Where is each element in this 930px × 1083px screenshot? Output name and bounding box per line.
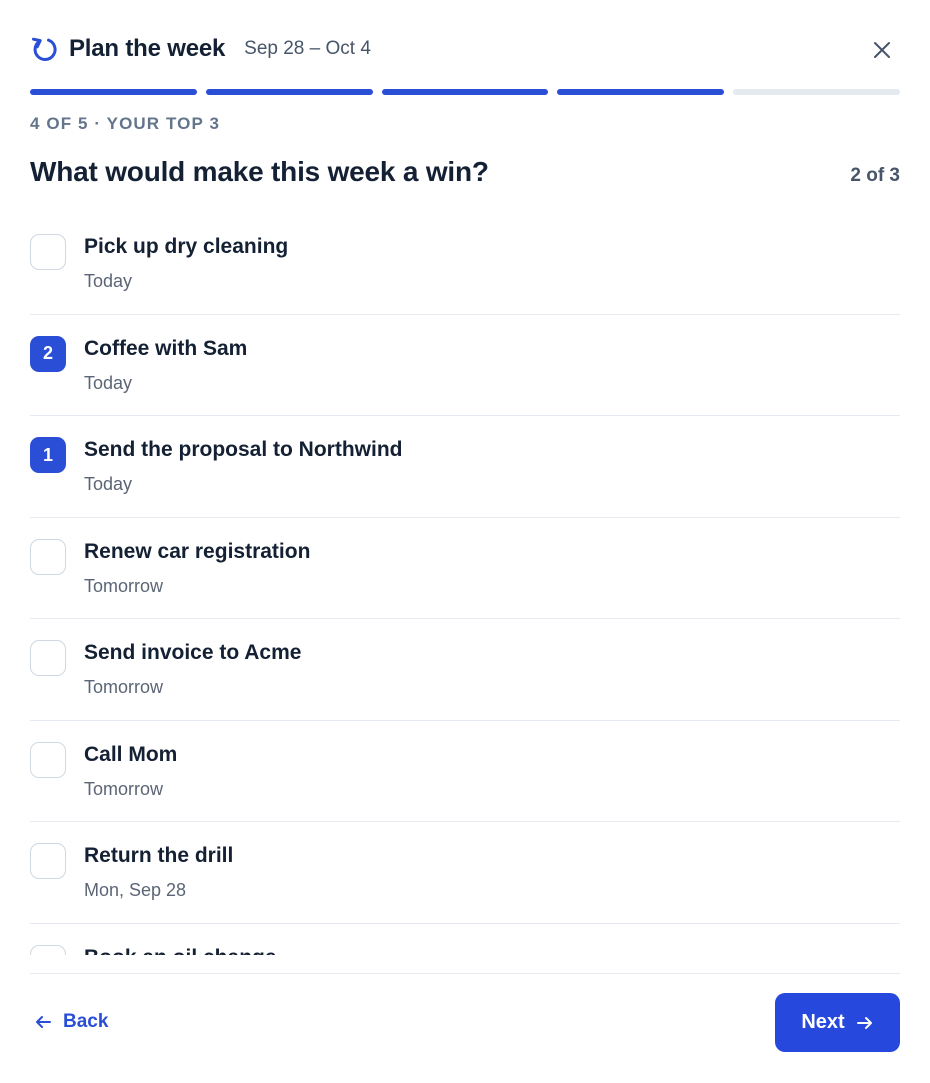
task-due: Tomorrow: [84, 778, 164, 799]
task-checkbox[interactable]: [30, 234, 66, 270]
question-heading: What would make this week a win?: [30, 156, 489, 187]
task-due: Mon, Sep 28: [84, 880, 187, 900]
close-button[interactable]: [866, 34, 898, 66]
arrow-left-icon: [36, 1016, 51, 1028]
task-title: Pick up dry cleaning: [84, 235, 289, 258]
task-list: Pick up dry cleaning Today 2 Coffee with Sa…: [30, 213, 900, 955]
task-due: Today: [84, 474, 133, 494]
task-due: Today: [84, 372, 133, 393]
task-due: Tomorrow: [84, 575, 164, 596]
pick-count: 2 of 3: [850, 165, 900, 186]
header: Plan the week Sep 28 – Oct 4: [30, 30, 900, 68]
task-title: Call Mom: [84, 742, 178, 766]
task-title: Send the proposal to Northwind: [84, 438, 403, 461]
task-row[interactable]: Renew car registration Tomorrow: [30, 518, 900, 619]
date-range: Sep 28 – Oct 4: [244, 38, 371, 59]
task-row[interactable]: Pick up dry cleaning Today: [30, 213, 900, 315]
task-title: Renew car registration: [84, 539, 311, 563]
close-icon: [874, 42, 890, 58]
task-due: Tomorrow: [84, 677, 164, 697]
task-title: Book an oil change: [84, 946, 277, 956]
back-label: Back: [63, 1011, 109, 1032]
task-due: Today: [84, 271, 133, 291]
task-row[interactable]: 1 Send the proposal to Northwind Today: [30, 416, 900, 518]
task-row[interactable]: Call Mom Tomorrow: [30, 721, 900, 822]
step-label: 4 OF 5 · YOUR TOP 3: [30, 114, 221, 133]
progress-segment: [30, 89, 197, 95]
task-checkbox[interactable]: 2: [30, 335, 66, 372]
footer-divider: [30, 973, 900, 974]
task-checkbox[interactable]: [30, 741, 66, 778]
task-checkbox[interactable]: 1: [30, 437, 66, 473]
progress-segment: [205, 89, 373, 95]
task-row[interactable]: Book an oil change: [30, 924, 900, 956]
task-title: Return the drill: [84, 844, 234, 867]
back-button[interactable]: Back: [30, 1002, 108, 1042]
task-title: Send invoice to Acme: [84, 641, 302, 664]
task-title: Coffee with Sam: [84, 336, 248, 360]
task-checkbox[interactable]: [30, 640, 66, 676]
task-row[interactable]: Return the drill Mon, Sep 28: [30, 822, 900, 924]
task-checkbox[interactable]: [30, 538, 66, 575]
progress-segment: [733, 89, 900, 95]
progress-bar: [30, 89, 900, 95]
refresh-icon: [30, 35, 58, 63]
next-button[interactable]: Next: [775, 993, 900, 1052]
task-row[interactable]: Send invoice to Acme Tomorrow: [30, 619, 900, 721]
progress-segment: [557, 89, 725, 95]
task-checkbox[interactable]: [30, 944, 66, 955]
progress-segment: [381, 89, 549, 95]
page-title: Plan the week: [69, 35, 226, 62]
task-row[interactable]: 2 Coffee with Sam Today: [30, 315, 900, 416]
next-label: Next: [801, 1011, 845, 1033]
arrow-right-icon: [856, 1016, 872, 1029]
task-checkbox[interactable]: [30, 843, 66, 879]
